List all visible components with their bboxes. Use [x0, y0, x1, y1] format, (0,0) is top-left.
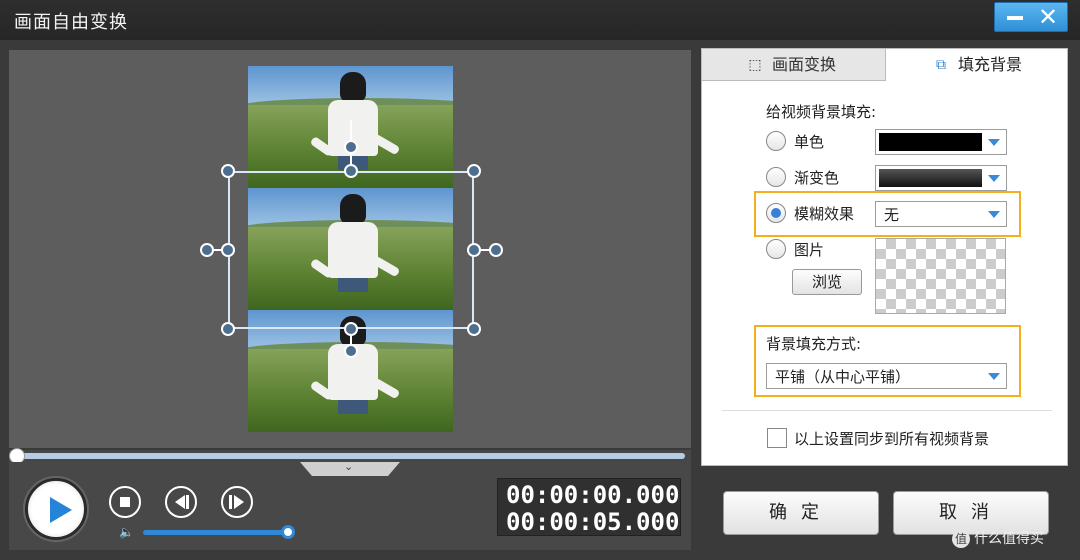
browse-button[interactable]: 浏览 [792, 269, 862, 295]
resize-handle-top[interactable] [344, 164, 358, 178]
resize-handle-right[interactable] [467, 243, 481, 257]
radio-gradient[interactable] [766, 167, 786, 187]
time-display: 00:00:00.000 00:00:05.000 [497, 478, 681, 536]
blur-level-value: 无 [884, 206, 900, 224]
tab-transform[interactable]: ⬚ 画面变换 [702, 49, 886, 81]
tab-transform-label: 画面变换 [772, 55, 837, 74]
blur-level-dropdown[interactable]: 无 [875, 201, 1007, 227]
window-controls: ✕ [994, 2, 1068, 32]
resize-handle-top-left[interactable] [221, 164, 235, 178]
title-bar: 画面自由变换 ✕ [0, 0, 1080, 40]
play-button[interactable] [25, 478, 87, 540]
resize-handle-bottom[interactable] [344, 322, 358, 336]
stretch-handle-bottom[interactable] [344, 344, 358, 358]
volume-slider[interactable] [143, 530, 287, 535]
next-frame-button[interactable] [221, 486, 253, 518]
tab-bar: ⬚ 画面变换 ⧉ 填充背景 [702, 49, 1067, 81]
dropdown-arrow-icon [988, 373, 1000, 380]
watermark-logo-icon: 值 [952, 530, 970, 548]
watermark: 值什么值得买 [952, 528, 1044, 548]
current-time: 00:00:00.000 [506, 481, 680, 509]
ok-button[interactable]: 确定 [723, 491, 879, 535]
radio-image[interactable] [766, 239, 786, 259]
transform-selection-box[interactable] [228, 171, 474, 329]
collapse-toggle[interactable]: ⌄ [300, 462, 400, 476]
dropdown-arrow-icon [988, 211, 1000, 218]
stop-button[interactable] [109, 486, 141, 518]
resize-handle-left[interactable] [221, 243, 235, 257]
gradient-label: 渐变色 [794, 169, 840, 187]
image-label: 图片 [794, 241, 825, 259]
window-title: 画面自由变换 [14, 12, 128, 33]
fill-background-icon: ⧉ [936, 57, 946, 73]
resize-handle-bottom-right[interactable] [467, 322, 481, 336]
radio-blur-effect[interactable] [766, 203, 786, 223]
gradient-swatch [879, 169, 982, 187]
previous-frame-button[interactable] [165, 486, 197, 518]
image-preview [875, 238, 1006, 314]
dropdown-arrow-icon [988, 175, 1000, 182]
resize-handle-top-right[interactable] [467, 164, 481, 178]
fill-mode-dropdown[interactable]: 平铺（从中心平铺） [766, 363, 1007, 389]
stretch-handle-right[interactable] [489, 243, 503, 257]
transform-icon: ⬚ [748, 57, 762, 73]
fill-section-title: 给视频背景填充: [766, 103, 877, 121]
blur-effect-label: 模糊效果 [794, 205, 855, 223]
tab-fill-background-label: 填充背景 [958, 55, 1023, 74]
solid-color-label: 单色 [794, 133, 825, 151]
fill-mode-title: 背景填充方式: [766, 335, 862, 353]
close-button[interactable]: ✕ [1033, 4, 1063, 30]
stretch-handle-left[interactable] [200, 243, 214, 257]
stretch-handle-top[interactable] [344, 140, 358, 154]
volume-knob[interactable] [281, 525, 295, 539]
seek-track[interactable] [15, 453, 685, 459]
radio-solid-color[interactable] [766, 131, 786, 151]
solid-color-swatch [879, 133, 982, 151]
dropdown-arrow-icon [988, 139, 1000, 146]
watermark-text: 什么值得买 [974, 531, 1044, 547]
minimize-button[interactable] [1001, 6, 1029, 28]
volume-icon[interactable]: 🔈 [119, 525, 135, 539]
total-time: 00:00:05.000 [506, 508, 680, 536]
gradient-dropdown[interactable] [875, 165, 1007, 191]
video-preview[interactable] [9, 50, 691, 448]
fill-mode-value: 平铺（从中心平铺） [775, 368, 911, 386]
resize-handle-bottom-left[interactable] [221, 322, 235, 336]
solid-color-dropdown[interactable] [875, 129, 1007, 155]
divider [722, 410, 1052, 411]
sync-label: 以上设置同步到所有视频背景 [794, 430, 990, 448]
settings-panel: ⬚ 画面变换 ⧉ 填充背景 给视频背景填充: 单色 渐变色 模糊效果 无 图片 … [701, 48, 1068, 466]
seek-bar[interactable] [9, 448, 691, 464]
tab-fill-background[interactable]: ⧉ 填充背景 [886, 49, 1067, 81]
sync-checkbox[interactable] [767, 428, 787, 448]
